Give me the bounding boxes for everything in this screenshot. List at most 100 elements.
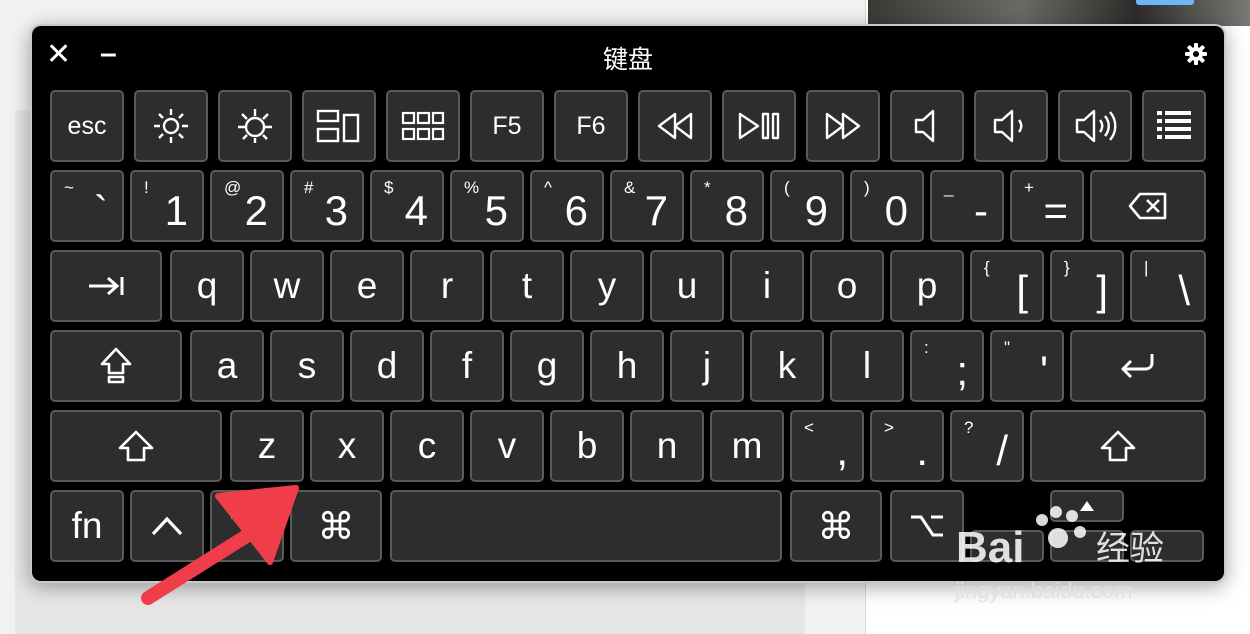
key-label: ` (94, 187, 108, 234)
letter-key[interactable]: n (630, 410, 704, 482)
f5-key[interactable]: F5 (470, 90, 544, 162)
brightness-down-key[interactable] (134, 90, 208, 162)
number-row-key[interactable]: * 8 (690, 170, 764, 242)
volume-up-key[interactable] (1058, 90, 1132, 162)
number-row-key[interactable]: #3 (290, 170, 364, 242)
punctuation-key[interactable]: " ' (990, 330, 1064, 402)
key-shift-label: > (884, 418, 894, 437)
rewind-icon (655, 111, 695, 141)
letter-key[interactable]: o (810, 250, 884, 322)
letter-key[interactable]: i (730, 250, 804, 322)
command-icon: ⌘ (817, 505, 855, 547)
key-label: b (576, 425, 598, 466)
brightness-up-icon (235, 106, 275, 146)
mission-control-key[interactable] (302, 90, 376, 162)
mute-key[interactable] (890, 90, 964, 162)
number-row-key[interactable]: ) 0 (850, 170, 924, 242)
f6-key[interactable]: F6 (554, 90, 628, 162)
letter-key[interactable]: y (570, 250, 644, 322)
key-shift-label: + (1024, 178, 1034, 197)
letter-key[interactable]: m (710, 410, 784, 482)
letter-key[interactable]: j (670, 330, 744, 402)
esc-key[interactable]: esc (50, 90, 124, 162)
letter-key[interactable]: e (330, 250, 404, 322)
punctuation-key[interactable]: <, (790, 410, 864, 482)
return-key[interactable] (1070, 330, 1206, 402)
fast-forward-key[interactable] (806, 90, 880, 162)
caps-lock-key[interactable] (50, 330, 182, 402)
fn-key[interactable]: fn (50, 490, 124, 562)
volume-down-key[interactable] (974, 90, 1048, 162)
number-row-key[interactable]: ! 1 (130, 170, 204, 242)
key-label: t (521, 265, 533, 306)
key-shift-label: ( (784, 178, 790, 197)
letter-key[interactable]: h (590, 330, 664, 402)
letter-key[interactable]: g (510, 330, 584, 402)
brightness-up-key[interactable] (218, 90, 292, 162)
number-row-key[interactable]: ^ 6 (530, 170, 604, 242)
tab-key[interactable] (50, 250, 162, 322)
key-label: fn (71, 505, 103, 546)
punctuation-key[interactable]: | \ (1130, 250, 1206, 322)
number-row-key[interactable]: _ - (930, 170, 1004, 242)
number-row-key[interactable]: @2 (210, 170, 284, 242)
key-label: , (836, 427, 848, 474)
punctuation-key[interactable]: }] (1050, 250, 1124, 322)
punctuation-key[interactable]: :; (910, 330, 984, 402)
number-row-key[interactable]: (9 (770, 170, 844, 242)
right-command-key[interactable]: ⌘ (790, 490, 882, 562)
key-label: 3 (324, 187, 348, 234)
letter-key[interactable]: a (190, 330, 264, 402)
letter-key[interactable]: r (410, 250, 484, 322)
letter-key[interactable]: s (270, 330, 344, 402)
delete-key[interactable] (1090, 170, 1206, 242)
number-row-key[interactable]: + = (1010, 170, 1084, 242)
letter-key[interactable]: p (890, 250, 964, 322)
list-key[interactable] (1142, 90, 1206, 162)
punctuation-key[interactable]: >. (870, 410, 944, 482)
key-shift-label: ~ (64, 178, 74, 197)
control-icon (150, 515, 184, 537)
punctuation-key[interactable]: {[ (970, 250, 1044, 322)
control-key[interactable] (130, 490, 204, 562)
key-label: 1 (164, 187, 188, 234)
number-row-key[interactable]: % 5 (450, 170, 524, 242)
rewind-key[interactable] (638, 90, 712, 162)
letter-key[interactable]: v (470, 410, 544, 482)
launchpad-key[interactable] (386, 90, 460, 162)
letter-key[interactable]: b (550, 410, 624, 482)
key-label: / (996, 427, 1008, 474)
letter-key[interactable]: k (750, 330, 824, 402)
left-option-key[interactable] (210, 490, 284, 562)
key-label: w (273, 265, 301, 306)
letter-key[interactable]: q (170, 250, 244, 322)
gear-icon[interactable] (1185, 43, 1207, 70)
letter-key[interactable]: l (830, 330, 904, 402)
letter-key[interactable]: t (490, 250, 564, 322)
letter-key[interactable]: c (390, 410, 464, 482)
letter-key[interactable]: f (430, 330, 504, 402)
right-shift-key[interactable] (1030, 410, 1206, 482)
punctuation-key[interactable]: ? / (950, 410, 1024, 482)
svg-text:经验: 经验 (1096, 529, 1164, 569)
left-shift-key[interactable] (50, 410, 222, 482)
key-label: ' (1039, 347, 1048, 394)
key-label: q (196, 265, 218, 306)
letter-key[interactable]: d (350, 330, 424, 402)
number-row-key[interactable]: ~ ` (50, 170, 124, 242)
number-row-key[interactable]: $4 (370, 170, 444, 242)
key-shift-label: : (924, 338, 929, 357)
space-key[interactable] (390, 490, 782, 562)
letter-key[interactable]: w (250, 250, 324, 322)
play-pause-key[interactable] (722, 90, 796, 162)
key-label: n (656, 425, 678, 466)
brightness-down-icon (151, 106, 191, 146)
number-row-key[interactable]: & 7 (610, 170, 684, 242)
play-pause-icon (737, 111, 781, 141)
fast-forward-icon (823, 111, 863, 141)
letter-key[interactable]: x (310, 410, 384, 482)
letter-key[interactable]: z (230, 410, 304, 482)
letter-key[interactable]: u (650, 250, 724, 322)
key-label: f (461, 345, 473, 386)
left-command-key[interactable]: ⌘ (290, 490, 382, 562)
